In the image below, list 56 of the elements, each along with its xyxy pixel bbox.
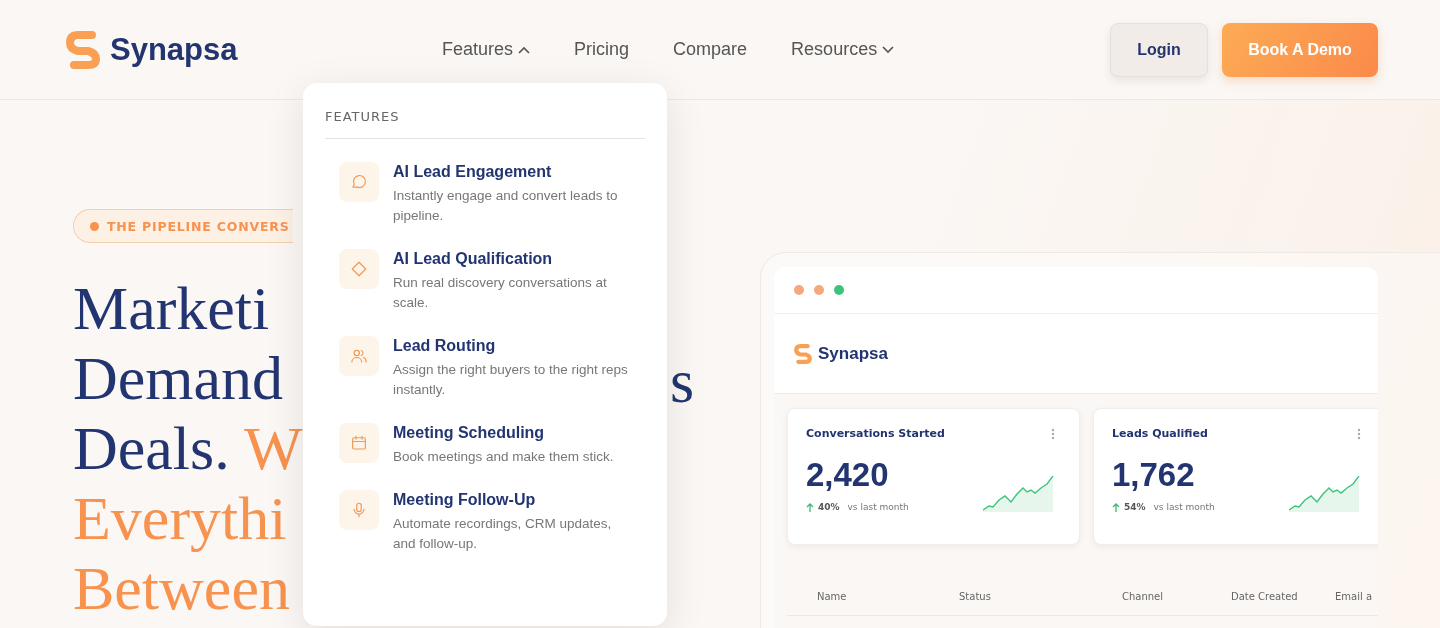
headline-line: Deals. W <box>73 413 301 483</box>
column-header: Date Created <box>1231 591 1298 602</box>
menu-item[interactable]: Lead Routing Assign the right buyers to the right reps instantly. <box>325 336 645 400</box>
menu-item-title: AI Lead Qualification <box>393 249 554 269</box>
microphone-icon <box>339 490 379 530</box>
menu-item-title: Lead Routing <box>393 336 497 356</box>
nav-dropdown[interactable]: Resources <box>791 39 895 60</box>
login-button[interactable]: Login <box>1110 22 1208 77</box>
headline-line: Marketi <box>73 273 271 343</box>
logo-icon <box>793 341 813 366</box>
more-icon[interactable] <box>1357 427 1361 440</box>
sparkline <box>983 476 1055 512</box>
people-icon <box>339 336 379 376</box>
nav-link[interactable]: Pricing <box>574 39 630 60</box>
headline-line: Everythi <box>73 483 288 553</box>
menu-item-title: AI Lead Engagement <box>393 162 553 182</box>
card-title: Conversations Started <box>806 427 945 440</box>
tagline-badge: THE PIPELINE CONVERS <box>73 209 294 243</box>
menu-item[interactable]: Meeting Scheduling Book meetings and make them stick. <box>325 423 645 467</box>
column-header: Channel <box>1122 591 1164 602</box>
menu-item-description: Assign the right buyers to the right reps instantly. <box>393 361 629 399</box>
menu-item[interactable]: AI Lead Engagement Instantly engage and convert leads to pipeline. <box>325 162 645 226</box>
brand-name[interactable]: Synapsa <box>110 31 238 68</box>
stat-value: 1,762 <box>1112 456 1196 494</box>
menu-heading: FEATURES <box>325 109 645 139</box>
menu-item-description: Automate recordings, CRM updates, and follow-up. <box>393 515 613 553</box>
sparkline <box>1289 476 1361 512</box>
column-header: Name <box>817 591 847 602</box>
chevron-icon <box>518 45 531 54</box>
change-percent: 40% <box>818 502 840 512</box>
menu-item[interactable]: Meeting Follow-Up Automate recordings, CRM updates, and follow-up. <box>325 490 645 554</box>
column-header: Status <box>959 591 991 602</box>
menu-item-description: Instantly engage and convert leads to pipeline. <box>393 187 619 225</box>
nav-link[interactable]: Compare <box>673 39 748 60</box>
more-icon[interactable] <box>1051 427 1055 440</box>
change-percent: 54% <box>1124 502 1146 512</box>
comparison-label: vs last month <box>847 502 909 512</box>
menu-item-description: Book meetings and make them stick. <box>393 448 615 466</box>
stat-value: 2,420 <box>806 456 890 494</box>
chevron-icon <box>882 45 895 54</box>
chat-bubble-icon <box>339 162 379 202</box>
column-header: Email a <box>1335 591 1373 602</box>
headline-line: Between <box>73 553 291 623</box>
brand-name: Synapsa <box>818 343 888 364</box>
menu-item-description: Run real discovery conversations at scale. <box>393 274 608 312</box>
menu-item[interactable]: AI Lead Qualification Run real discovery conversations at scale. <box>325 249 645 313</box>
nav-dropdown[interactable]: Features <box>442 39 531 60</box>
arrow-up-icon <box>806 502 814 512</box>
card-title: Leads Qualified <box>1112 427 1208 440</box>
headline-line: Demand <box>73 343 285 413</box>
arrow-up-icon <box>1112 502 1120 512</box>
comparison-label: vs last month <box>1153 502 1215 512</box>
menu-item-title: Meeting Follow-Up <box>393 490 537 510</box>
menu-item-title: Meeting Scheduling <box>393 423 546 443</box>
calendar-icon <box>339 423 379 463</box>
headline-fragment: s <box>670 346 695 416</box>
